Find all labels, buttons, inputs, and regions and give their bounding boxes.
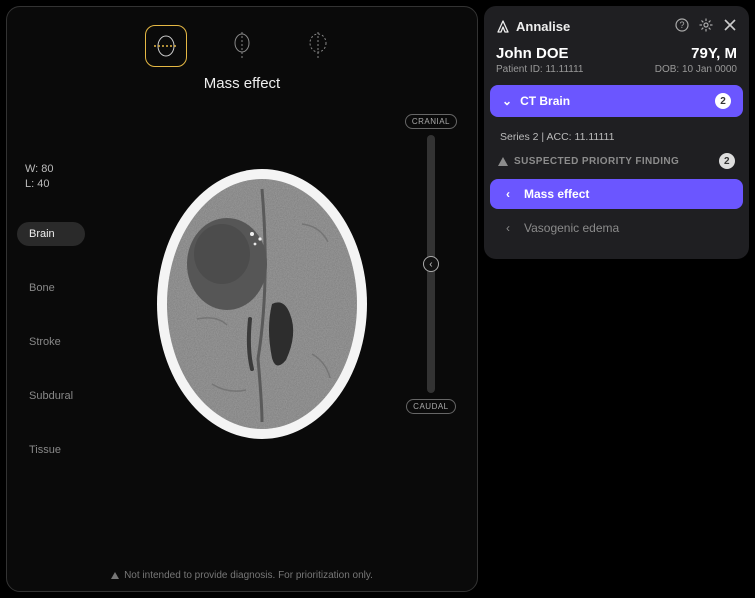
priority-count-badge: 2: [719, 153, 735, 169]
slider-label-cranial: CRANIAL: [405, 114, 457, 129]
orientation-coronal-button[interactable]: [297, 25, 339, 67]
image-viewer: Mass effect W: 80 L: 40 Brain Bone Strok…: [6, 6, 478, 592]
patient-dob: DOB: 10 Jan 0000: [655, 64, 737, 75]
chevron-left-icon: ‹: [502, 187, 514, 201]
svg-text:?: ?: [679, 20, 684, 30]
slider-thumb[interactable]: [423, 256, 439, 272]
brand: Annalise: [496, 19, 570, 34]
study-label: CT Brain: [520, 94, 570, 108]
gear-icon[interactable]: [699, 18, 713, 35]
head-coronal-icon: [305, 31, 331, 61]
slider-track[interactable]: [427, 135, 435, 393]
priority-header: SUSPECTED PRIORITY FINDING 2: [484, 153, 749, 175]
findings-sidebar: Annalise ? John DOE 79Y, M Patient ID: 1…: [484, 6, 749, 259]
close-icon[interactable]: [723, 18, 737, 35]
warning-icon: [111, 572, 119, 579]
disclaimer-text: Not intended to provide diagnosis. For p…: [17, 564, 467, 583]
finding-label: Mass effect: [524, 187, 589, 201]
annalise-logo-icon: [496, 20, 510, 34]
finding-title: Mass effect: [17, 75, 467, 92]
help-icon[interactable]: ?: [675, 18, 689, 35]
chevron-left-icon: ‹: [502, 221, 514, 235]
patient-id: Patient ID: 11.11111: [496, 64, 583, 75]
patient-age-sex: 79Y, M: [691, 45, 737, 62]
scan-area[interactable]: CRANIAL CAUDAL: [17, 104, 467, 564]
finding-mass-effect[interactable]: ‹ Mass effect: [490, 179, 743, 209]
study-section-bar[interactable]: ⌄ CT Brain 2: [490, 85, 743, 117]
patient-block: John DOE 79Y, M Patient ID: 11.11111 DOB…: [484, 45, 749, 85]
orientation-axial-button[interactable]: [145, 25, 187, 67]
warning-icon: [498, 157, 508, 166]
head-axial-icon: [153, 33, 179, 59]
ct-brain-image: [142, 154, 382, 454]
finding-vasogenic-edema[interactable]: ‹ Vasogenic edema: [490, 213, 743, 243]
slider-label-caudal: CAUDAL: [406, 399, 455, 414]
study-count-badge: 2: [715, 93, 731, 109]
finding-label: Vasogenic edema: [524, 221, 619, 235]
orientation-sagittal-button[interactable]: [221, 25, 263, 67]
slice-slider[interactable]: CRANIAL CAUDAL: [405, 114, 457, 414]
chevron-down-icon: ⌄: [502, 94, 512, 108]
patient-name: John DOE: [496, 45, 569, 62]
orientation-row: [17, 25, 467, 67]
head-sagittal-icon: [229, 31, 255, 61]
series-label: Series 2 | ACC: 11.11111: [484, 117, 749, 153]
